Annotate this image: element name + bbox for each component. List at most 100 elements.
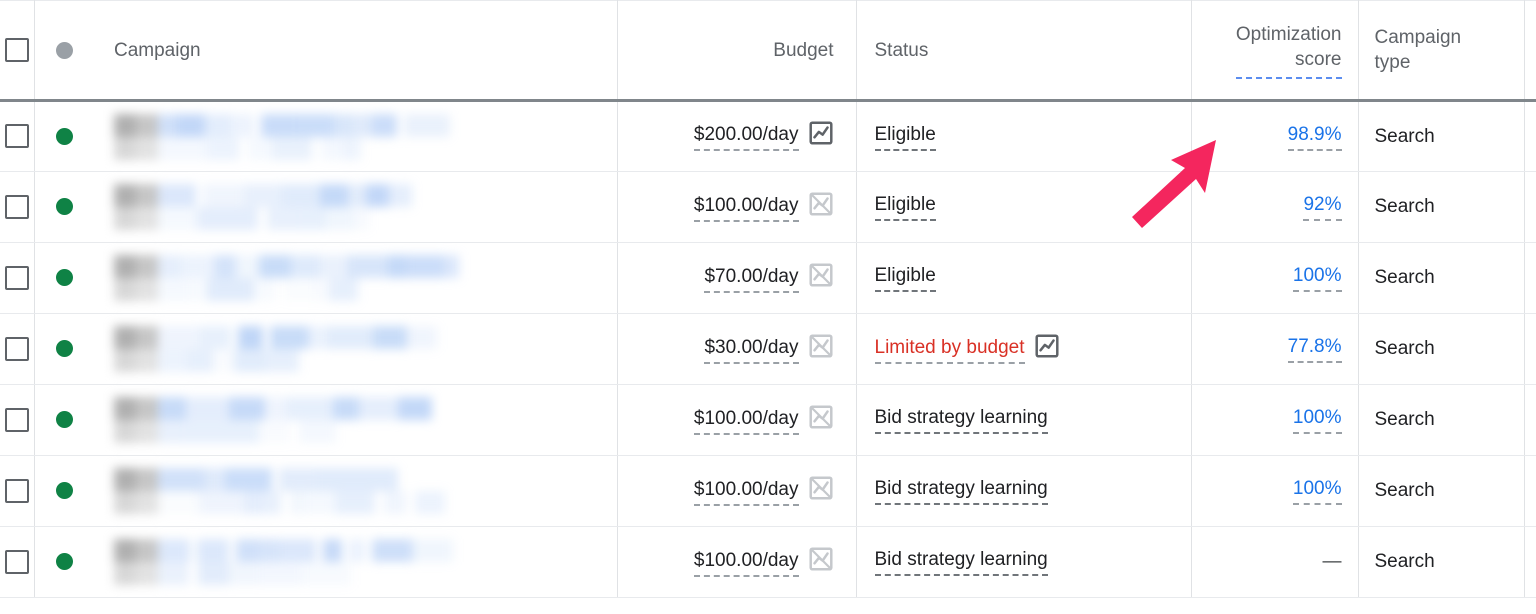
status-cell: Bid strategy learning (856, 384, 1192, 456)
status-value[interactable]: Eligible (874, 124, 936, 151)
budget-value[interactable]: $70.00/day (704, 266, 799, 293)
row-select-checkbox-icon[interactable] (4, 194, 29, 219)
table-row[interactable]: $70.00/day Eligible 100% Search (0, 242, 1536, 314)
optimization-score-link[interactable]: 100% (1292, 265, 1342, 292)
campaign-name-cell[interactable] (94, 242, 618, 314)
row-select-cell[interactable] (0, 100, 35, 172)
row-select-cell[interactable] (0, 384, 35, 456)
status-dot-icon (55, 482, 73, 500)
status-dot-icon (55, 269, 73, 287)
row-spacer-cell (1524, 313, 1536, 385)
campaign-type-cell: Search (1358, 313, 1525, 385)
campaign-name-redacted[interactable] (114, 255, 474, 301)
row-select-cell[interactable] (0, 526, 35, 598)
column-header-campaign[interactable]: Campaign (94, 0, 618, 102)
table-body: $200.00/day Eligible 98.9% Search $100.00/da… (0, 100, 1536, 598)
chart-icon-active[interactable] (1034, 333, 1060, 366)
status-value[interactable]: Bid strategy learning (874, 407, 1048, 434)
row-select-cell[interactable] (0, 171, 35, 243)
status-value[interactable]: Eligible (874, 194, 936, 221)
row-select-checkbox-icon[interactable] (4, 265, 29, 290)
campaign-name-cell[interactable] (94, 171, 618, 243)
column-header-spacer (1524, 0, 1536, 102)
row-status-dot-cell (34, 242, 94, 314)
chart-icon-disabled[interactable] (808, 475, 834, 508)
table-row[interactable]: $100.00/day Bid strategy learning — Search (0, 526, 1536, 598)
table-row[interactable]: $30.00/day Limited by budget 77.8% Search (0, 313, 1536, 385)
status-dot-icon (55, 411, 73, 429)
optimization-score-link[interactable]: 77.8% (1287, 336, 1342, 363)
budget-value[interactable]: $30.00/day (704, 337, 799, 364)
row-select-checkbox-icon[interactable] (4, 336, 29, 361)
status-value[interactable]: Eligible (874, 265, 936, 292)
status-dot-icon (55, 198, 73, 216)
chart-icon-active[interactable] (808, 120, 834, 153)
column-header-optimization-score[interactable]: Optimization score (1191, 0, 1359, 102)
column-header-status[interactable]: Status (856, 0, 1192, 102)
campaign-name-redacted[interactable] (114, 326, 474, 372)
campaign-name-redacted[interactable] (114, 397, 474, 443)
optimization-score-link[interactable]: 98.9% (1287, 124, 1342, 151)
campaign-type-label-line2: type (1374, 52, 1411, 73)
column-header-campaign-type[interactable]: Campaign type (1358, 0, 1525, 102)
chart-icon-disabled[interactable] (808, 262, 834, 295)
budget-cell: $100.00/day (617, 384, 857, 456)
campaign-name-redacted[interactable] (114, 468, 474, 514)
status-dot-icon (55, 127, 73, 145)
campaign-name-cell[interactable] (94, 455, 618, 527)
select-all-header[interactable] (0, 0, 35, 102)
row-spacer-cell (1524, 526, 1536, 598)
campaign-name-cell[interactable] (94, 526, 618, 598)
select-all-checkbox-icon[interactable] (4, 38, 29, 63)
budget-cell: $70.00/day (617, 242, 857, 314)
campaign-name-redacted[interactable] (114, 184, 474, 230)
optimization-score-link[interactable]: 92% (1303, 194, 1342, 221)
row-spacer-cell (1524, 171, 1536, 243)
campaign-type-cell: Search (1358, 100, 1525, 172)
row-select-checkbox-icon[interactable] (4, 549, 29, 574)
optimization-score-link[interactable]: 100% (1292, 407, 1342, 434)
row-select-checkbox-icon[interactable] (4, 407, 29, 432)
campaign-type-value: Search (1374, 267, 1435, 288)
campaigns-table: Campaign Budget Status Optimization scor… (0, 0, 1536, 598)
optimization-score-cell: — (1191, 526, 1359, 598)
row-select-cell[interactable] (0, 455, 35, 527)
table-row[interactable]: $100.00/day Bid strategy learning 100% Sear… (0, 384, 1536, 456)
table-row[interactable]: $100.00/day Eligible 92% Search (0, 171, 1536, 243)
row-select-cell[interactable] (0, 313, 35, 385)
chart-icon-disabled[interactable] (808, 404, 834, 437)
row-select-checkbox-icon[interactable] (4, 478, 29, 503)
status-value[interactable]: Limited by budget (874, 337, 1025, 364)
status-value[interactable]: Bid strategy learning (874, 549, 1048, 576)
chart-icon-disabled[interactable] (808, 333, 834, 366)
optimization-score-link[interactable]: 100% (1292, 478, 1342, 505)
budget-cell: $30.00/day (617, 313, 857, 385)
chart-icon-disabled[interactable] (808, 191, 834, 224)
budget-value[interactable]: $100.00/day (693, 195, 799, 222)
budget-value[interactable]: $100.00/day (693, 479, 799, 506)
campaign-name-redacted[interactable] (114, 113, 474, 160)
budget-value[interactable]: $200.00/day (693, 124, 799, 151)
table-row[interactable]: $100.00/day Bid strategy learning 100% Sear… (0, 455, 1536, 527)
campaign-type-cell: Search (1358, 384, 1525, 456)
row-select-checkbox-icon[interactable] (4, 124, 29, 149)
campaign-name-cell[interactable] (94, 313, 618, 385)
status-value[interactable]: Bid strategy learning (874, 478, 1048, 505)
table-row[interactable]: $200.00/day Eligible 98.9% Search (0, 100, 1536, 172)
campaign-type-value: Search (1374, 196, 1435, 217)
column-header-budget[interactable]: Budget (617, 0, 857, 102)
campaign-name-cell[interactable] (94, 384, 618, 456)
budget-cell: $100.00/day (617, 171, 857, 243)
column-header-optimization-score-label: Optimization score (1235, 22, 1342, 79)
chart-icon-disabled[interactable] (808, 546, 834, 579)
optimization-score-cell: 100% (1191, 455, 1359, 527)
budget-value[interactable]: $100.00/day (693, 408, 799, 435)
column-header-status-label: Status (874, 39, 929, 61)
status-cell: Limited by budget (856, 313, 1192, 385)
campaign-name-cell[interactable] (94, 100, 618, 172)
optimization-score-cell: 100% (1191, 242, 1359, 314)
budget-value[interactable]: $100.00/day (693, 550, 799, 577)
row-select-cell[interactable] (0, 242, 35, 314)
campaign-name-redacted[interactable] (114, 539, 474, 585)
budget-cell: $100.00/day (617, 455, 857, 527)
